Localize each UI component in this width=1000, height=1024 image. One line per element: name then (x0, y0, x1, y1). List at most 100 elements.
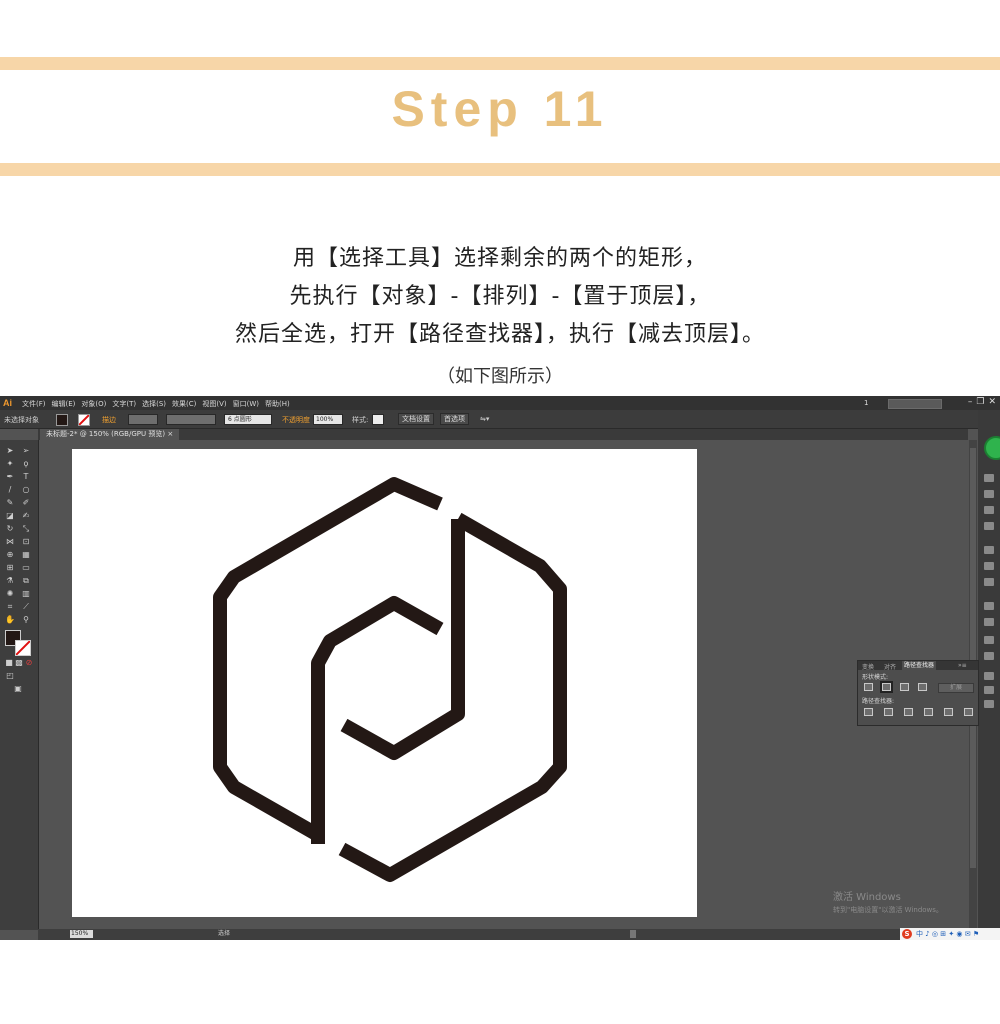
ellipse-tool-icon[interactable]: ○ (20, 485, 32, 495)
menu-edit[interactable]: 编辑(E) (52, 399, 76, 409)
transform-panel-icon[interactable] (984, 672, 994, 680)
expand-button[interactable]: 扩展 (938, 683, 974, 693)
symbols-panel-icon[interactable] (984, 522, 994, 530)
fill-swatch[interactable] (56, 414, 68, 426)
column-graph-tool-icon[interactable]: ▥ (20, 589, 32, 599)
type-tool-icon[interactable]: T (20, 472, 32, 482)
exclude-icon[interactable] (918, 683, 927, 691)
merge-icon[interactable] (904, 708, 913, 716)
crop-icon[interactable] (924, 708, 933, 716)
hexagon-logo-artwork (213, 477, 567, 882)
zoom-tool-icon[interactable]: ⚲ (20, 615, 32, 625)
brushes-panel-icon[interactable] (984, 506, 994, 514)
rotate-tool-icon[interactable]: ↻ (4, 524, 16, 534)
draw-mode-icon[interactable]: ◰ (4, 671, 16, 681)
symbol-sprayer-tool-icon[interactable]: ✺ (4, 589, 16, 599)
stroke-panel-icon[interactable] (984, 546, 994, 554)
illustrator-window: Ai 文件(F) 编辑(E) 对象(O) 文字(T) 选择(S) 效果(C) 视… (0, 396, 1000, 940)
horizontal-scroll-thumb[interactable] (630, 930, 636, 938)
tray-icons[interactable]: 中 ♪ ◎ ⊞ ✦ ◉ ✉ ⚑ (916, 929, 979, 939)
eraser-tool-icon[interactable]: ◪ (4, 511, 16, 521)
zoom-field[interactable]: 150% (70, 930, 93, 938)
menu-type[interactable]: 文字(T) (112, 399, 136, 409)
style-swatch[interactable] (372, 414, 384, 425)
lasso-tool-icon[interactable]: ϙ (20, 459, 32, 469)
tab-transform[interactable]: 变换 (862, 662, 874, 671)
scale-tool-icon[interactable]: ⤡ (20, 524, 32, 534)
direct-selection-tool-icon[interactable]: ➢ (20, 446, 32, 456)
opacity-label[interactable]: 不透明度 (282, 415, 310, 425)
tab-close-icon[interactable]: × (167, 430, 173, 438)
document-tab[interactable]: 未标题-2* @ 150% (RGB/GPU 预览) × (40, 429, 180, 440)
gradient-panel-icon[interactable] (984, 562, 994, 570)
maximize-icon[interactable]: ❐ (976, 397, 984, 407)
minimize-icon[interactable]: – (968, 397, 973, 407)
swatches-panel-icon[interactable] (984, 490, 994, 498)
screen-mode-icon[interactable]: ▣ (12, 684, 24, 694)
artboard[interactable] (72, 449, 697, 917)
slice-tool-icon[interactable]: ⟋ (20, 602, 32, 612)
perspective-grid-tool-icon[interactable]: ▦ (20, 550, 32, 560)
workspace-number[interactable]: 1 (864, 399, 868, 407)
blend-tool-icon[interactable]: ⧉ (20, 576, 32, 586)
arrange-docs-icon[interactable]: ⇋▾ (480, 415, 489, 423)
pen-tool-icon[interactable]: ✒ (4, 472, 16, 482)
artboard-tool-icon[interactable]: ⌗ (4, 602, 16, 612)
brush-tool-icon[interactable]: ✎ (4, 498, 16, 508)
menu-window[interactable]: 窗口(W) (233, 399, 259, 409)
magic-wand-tool-icon[interactable]: ✦ (4, 459, 16, 469)
pencil-tool-icon[interactable]: ✐ (20, 498, 32, 508)
none-mode-icon[interactable]: ⊘ (23, 658, 35, 668)
selection-tool-icon[interactable]: ➤ (4, 446, 16, 456)
status-bar: 150% 选择 (38, 929, 969, 940)
appearance-panel-icon[interactable] (984, 602, 994, 610)
shape-builder-tool-icon[interactable]: ⊕ (4, 550, 16, 560)
outline-icon[interactable] (944, 708, 953, 716)
minus-front-icon[interactable] (880, 681, 893, 693)
menu-view[interactable]: 视图(V) (202, 399, 226, 409)
stroke-color-swatch[interactable] (15, 640, 31, 656)
menu-select[interactable]: 选择(S) (142, 399, 166, 409)
menu-effect[interactable]: 效果(C) (172, 399, 196, 409)
graphic-styles-panel-icon[interactable] (984, 618, 994, 626)
close-icon[interactable]: ✕ (988, 397, 996, 407)
width-tool-icon[interactable]: ⋈ (4, 537, 16, 547)
tab-align[interactable]: 对齐 (884, 662, 896, 671)
eyedropper-tool-icon[interactable]: ⚗ (4, 576, 16, 586)
intersect-icon[interactable] (900, 683, 909, 691)
search-input[interactable] (888, 399, 942, 409)
scrollbar-thumb[interactable] (970, 448, 976, 868)
blob-brush-tool-icon[interactable]: ✍ (20, 511, 32, 521)
align-panel-icon[interactable] (984, 686, 994, 694)
opacity-field[interactable]: 100% (313, 414, 343, 425)
tab-pathfinder[interactable]: 路径查找器 (902, 661, 937, 670)
stroke-weight-field[interactable] (128, 414, 158, 425)
minus-back-icon[interactable] (964, 708, 973, 716)
mesh-tool-icon[interactable]: ⊞ (4, 563, 16, 573)
menu-object[interactable]: 对象(O) (81, 399, 106, 409)
layers-panel-icon[interactable] (984, 636, 994, 644)
gradient-tool-icon[interactable]: ▭ (20, 563, 32, 573)
menu-help[interactable]: 帮助(H) (265, 399, 290, 409)
panel-menu-icon[interactable]: »≡ (958, 662, 967, 669)
transparency-panel-icon[interactable] (984, 578, 994, 586)
free-transform-tool-icon[interactable]: ⊡ (20, 537, 32, 547)
current-tool-status[interactable]: 选择 (218, 930, 230, 938)
stroke-swatch[interactable] (78, 414, 90, 426)
unite-icon[interactable] (864, 683, 873, 691)
style-label: 样式: (352, 416, 369, 424)
brush-field[interactable]: 6 点圆形 (224, 414, 272, 425)
menu-file[interactable]: 文件(F) (22, 399, 46, 409)
variable-width-field[interactable] (166, 414, 216, 425)
preferences-button[interactable]: 首选项 (440, 413, 469, 425)
input-method-icon[interactable]: S (902, 929, 912, 939)
color-panel-icon[interactable] (984, 474, 994, 482)
artboards-panel-icon[interactable] (984, 652, 994, 660)
pathfinder-panel-icon[interactable] (984, 700, 994, 708)
trim-icon[interactable] (884, 708, 893, 716)
hand-tool-icon[interactable]: ✋ (4, 615, 16, 625)
divide-icon[interactable] (864, 708, 873, 716)
stroke-label[interactable]: 描边 (102, 415, 116, 425)
line-tool-icon[interactable]: / (4, 485, 16, 495)
document-setup-button[interactable]: 文档设置 (398, 413, 434, 425)
